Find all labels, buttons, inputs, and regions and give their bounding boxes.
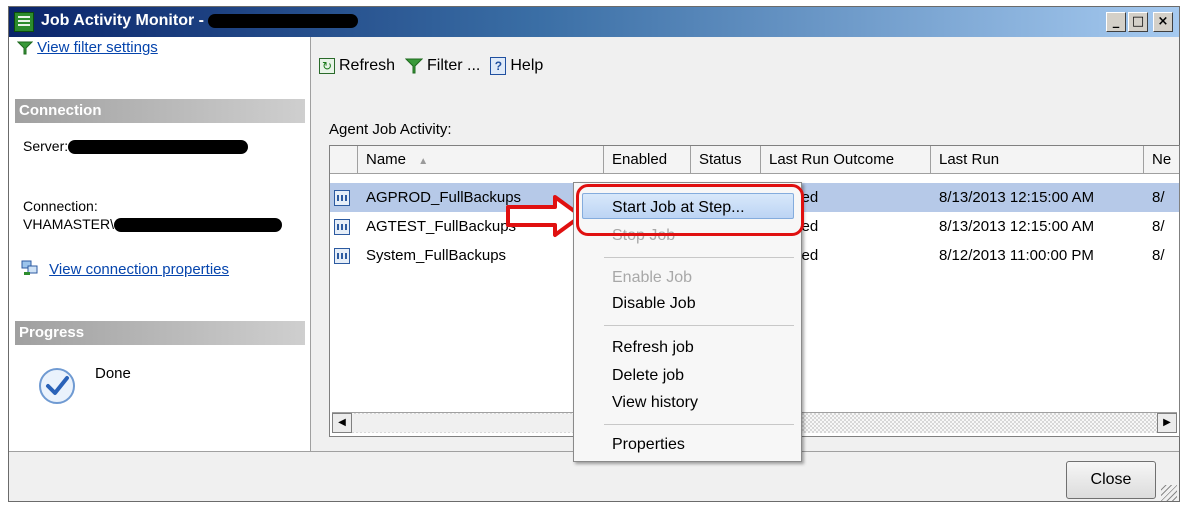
window-title: Job Activity Monitor - [41,12,359,30]
view-filter-settings-link[interactable]: View filter settings [16,39,158,59]
job-activity-monitor-icon [14,12,34,32]
window-controls: _ □ × [1106,12,1173,32]
menu-separator [604,257,794,258]
job-next-run: 8/ [1152,218,1165,235]
header-last-run-outcome[interactable]: Last Run Outcome [761,146,931,173]
redacted-server-name [208,13,359,28]
refresh-icon: ↻ [319,58,335,74]
resize-grip[interactable] [1161,485,1177,501]
job-next-run: 8/ [1152,189,1165,206]
job-row-icon-cell [330,212,358,241]
connection-value: VHAMASTER\ [23,216,115,232]
header-status[interactable]: Status [691,146,761,173]
job-last-run: 8/12/2013 11:00:00 PM [939,247,1094,264]
view-filter-settings-label[interactable]: View filter settings [37,39,158,56]
left-pane: View filter settings Connection Server: … [9,37,311,451]
redacted-connection-user [114,218,283,233]
header-name[interactable]: Name ▲ [358,146,604,173]
scroll-left-button[interactable]: ◀ [332,413,352,433]
job-next-run: 8/ [1152,247,1165,264]
toolbar: ↻ Refresh Filter ... ? Help [319,51,543,81]
progress-status: Done [95,365,131,382]
scroll-right-button[interactable]: ▶ [1157,413,1177,433]
redacted-server-value [68,140,249,155]
menu-item-disable-job[interactable]: Disable Job [612,295,696,313]
connection-properties-icon [21,260,38,275]
view-connection-properties-label[interactable]: View connection properties [49,261,229,278]
menu-item-refresh-job[interactable]: Refresh job [612,339,694,357]
grid-header: Name ▲ Enabled Status Last Run Outcome L… [330,146,1179,174]
menu-item-view-history[interactable]: View history [612,394,698,412]
header-last-run[interactable]: Last Run [931,146,1144,173]
view-connection-properties-link[interactable]: View connection properties [21,260,229,278]
filter-button[interactable]: Filter ... [405,57,480,75]
help-icon: ? [490,57,507,75]
menu-separator [604,325,794,326]
menu-item-properties[interactable]: Properties [612,436,685,454]
server-field: Server: [23,138,249,155]
refresh-button[interactable]: ↻ Refresh [319,57,395,75]
job-icon [334,189,350,206]
maximize-button[interactable]: □ [1128,12,1148,32]
help-button[interactable]: ? Help [490,57,543,75]
close-button[interactable]: Close [1066,461,1156,499]
job-last-run: 8/13/2013 12:15:00 AM [939,189,1095,206]
filter-icon [16,41,34,55]
agent-job-activity-caption: Agent Job Activity: [329,121,452,138]
done-check-icon [37,366,77,410]
job-last-run: 8/13/2013 12:15:00 AM [939,218,1095,235]
refresh-label: Refresh [339,57,396,74]
header-enabled[interactable]: Enabled [604,146,691,173]
header-next-run[interactable]: Ne [1144,146,1179,173]
connection-header: Connection [15,99,305,123]
filter-label: Filter ... [427,57,481,74]
close-window-button[interactable]: × [1153,12,1173,32]
sort-ascending-icon: ▲ [418,156,429,167]
help-label: Help [510,57,544,74]
job-row-icon-cell [330,241,358,270]
window-title-text: Job Activity Monitor - [41,12,209,29]
menu-separator [604,424,794,425]
connection-field: VHAMASTER\ [23,216,283,233]
job-row-icon-cell [330,183,358,212]
header-name-label: Name [366,151,407,168]
filter-icon [405,58,424,74]
job-icon [334,247,350,264]
server-label: Server: [23,138,69,154]
header-icon-column [330,146,358,173]
job-name: System_FullBackups [366,247,507,264]
connection-label: Connection: [23,198,98,214]
title-bar[interactable]: Job Activity Monitor - _ □ × [9,7,1179,37]
progress-header: Progress [15,321,305,345]
menu-item-enable-job: Enable Job [612,269,693,286]
minimize-button[interactable]: _ [1106,12,1126,32]
red-highlight-annotation [576,184,804,236]
job-icon [334,218,350,235]
menu-item-delete-job[interactable]: Delete job [612,367,684,385]
